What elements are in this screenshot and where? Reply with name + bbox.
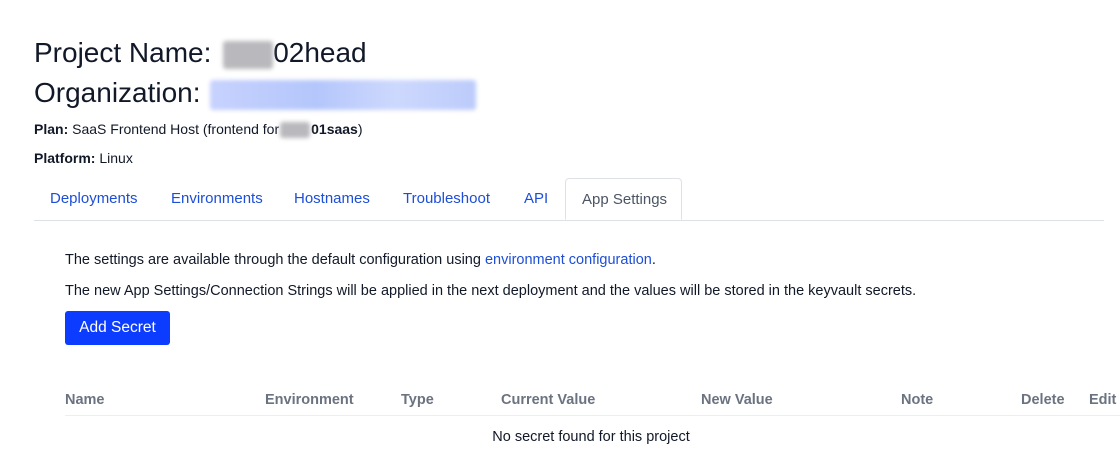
settings-info-end: . — [651, 252, 656, 268]
plan-value: SaaS Frontend Host (frontend for — [72, 121, 280, 137]
tab-deployments[interactable]: Deployments — [34, 178, 154, 219]
plan-label: Plan: — [34, 121, 69, 137]
project-name-label: Project Name: — [34, 37, 212, 68]
environment-configuration-link[interactable]: environment configuration — [485, 252, 652, 268]
tab-troubleshoot[interactable]: Troubleshoot — [387, 178, 506, 219]
redacted-organization-name — [210, 79, 477, 110]
column-header-name[interactable]: Name — [65, 392, 105, 408]
platform-row: Platform: Linux — [34, 149, 133, 167]
organization-title: Organization: — [34, 76, 477, 110]
organization-label: Organization: — [34, 77, 201, 108]
settings-info-line: The settings are available through the d… — [65, 252, 656, 268]
plan-value-suffix: ) — [357, 121, 363, 137]
tab-bar: Deployments Environments Hostnames Troub… — [34, 178, 1104, 221]
project-title: Project Name: 02head — [34, 36, 367, 70]
tab-environments[interactable]: Environments — [155, 178, 279, 219]
platform-label: Platform: — [34, 150, 96, 166]
secrets-table-header: Name Environment Type Current Value New … — [0, 392, 1120, 414]
column-header-delete[interactable]: Delete — [1021, 392, 1065, 408]
column-header-note[interactable]: Note — [901, 392, 933, 408]
redacted-project-prefix — [223, 40, 274, 69]
plan-row: Plan: SaaS Frontend Host (frontend for 01… — [34, 120, 363, 139]
column-header-new-value[interactable]: New Value — [701, 392, 773, 408]
redacted-plan-prefix — [280, 122, 311, 139]
tab-hostnames[interactable]: Hostnames — [278, 178, 386, 219]
column-header-edit[interactable]: Edit — [1089, 392, 1116, 408]
tab-app-settings[interactable]: App Settings — [565, 178, 682, 220]
tab-api[interactable]: API — [508, 178, 564, 219]
platform-value: Linux — [99, 150, 133, 166]
column-header-current-value[interactable]: Current Value — [501, 392, 595, 408]
settings-info-text: The settings are available through the d… — [65, 252, 485, 268]
project-name-suffix: 02head — [273, 37, 367, 68]
column-header-environment[interactable]: Environment — [265, 392, 354, 408]
column-header-type[interactable]: Type — [401, 392, 434, 408]
add-secret-button[interactable]: Add Secret — [65, 311, 170, 345]
plan-value-bold: 01saas — [311, 121, 358, 137]
table-divider — [65, 415, 1120, 416]
empty-table-message: No secret found for this project — [492, 429, 690, 445]
settings-notice-line: The new App Settings/Connection Strings … — [65, 283, 917, 299]
